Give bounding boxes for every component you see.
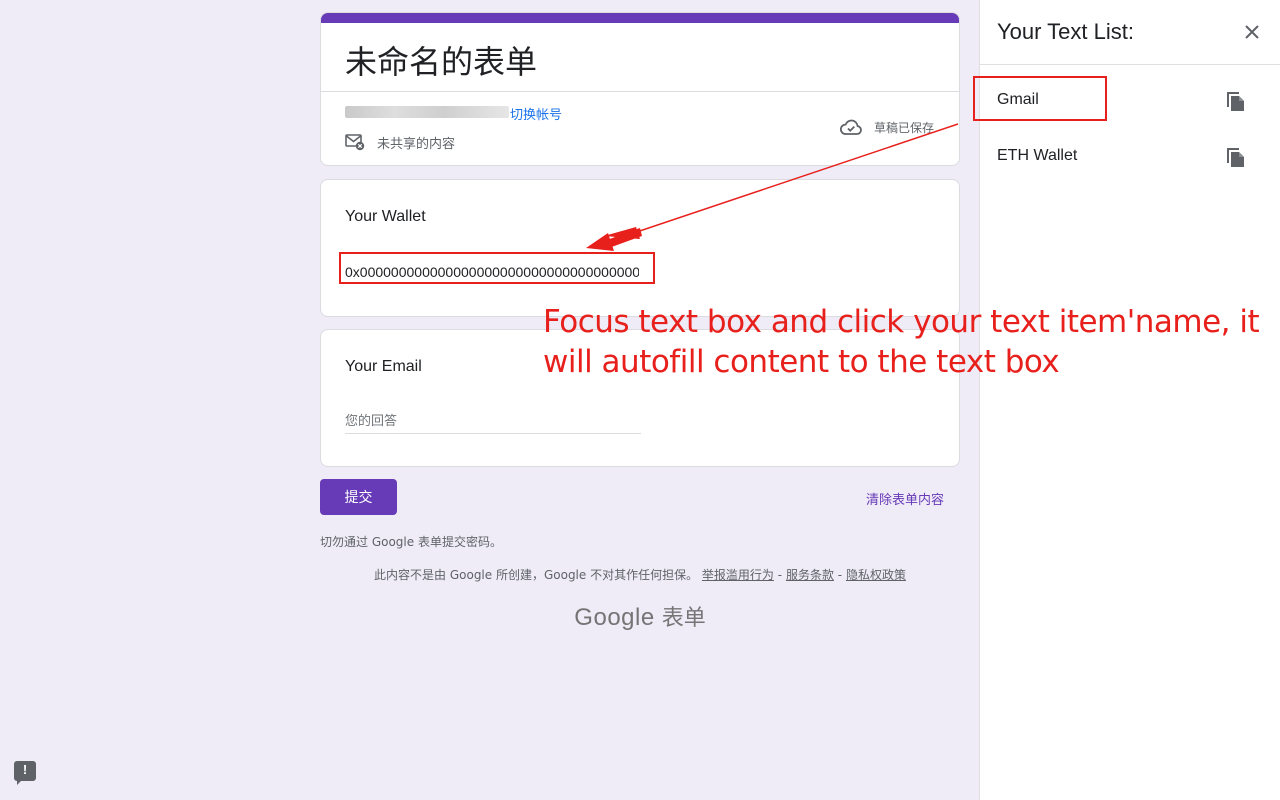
- panel-title: Your Text List:: [997, 19, 1134, 44]
- google-wordmark: Google: [574, 604, 655, 631]
- google-forms-logo[interactable]: Google 表单: [320, 600, 960, 632]
- text-item-name[interactable]: ETH Wallet: [997, 147, 1077, 165]
- question-card-wallet: Your Wallet: [320, 179, 960, 317]
- panel-divider: [980, 64, 1280, 65]
- copy-icon[interactable]: [1225, 144, 1247, 168]
- link-separator: -: [837, 568, 843, 582]
- report-abuse-link[interactable]: 举报滥用行为: [702, 568, 774, 582]
- not-shared-label: 未共享的内容: [377, 137, 456, 152]
- switch-account-link[interactable]: 切换帐号: [510, 104, 562, 123]
- text-item-eth-wallet[interactable]: ETH Wallet: [980, 132, 1280, 180]
- question-label-email: Your Email: [345, 358, 422, 375]
- email-input[interactable]: [345, 410, 641, 434]
- feedback-icon[interactable]: !: [14, 761, 36, 785]
- terms-link[interactable]: 服务条款: [786, 568, 834, 582]
- cloud-saved-icon: [840, 119, 862, 135]
- annotation-instruction: Focus text box and click your text item'…: [543, 304, 1260, 380]
- copy-icon[interactable]: [1225, 88, 1247, 112]
- form-header-card: 未命名的表单 切换帐号 未共享的内容 草稿已保存: [320, 12, 960, 166]
- link-separator: -: [777, 568, 783, 582]
- form-title: 未命名的表单: [345, 43, 538, 81]
- submit-button[interactable]: 提交: [320, 479, 397, 515]
- mail-not-shared-icon: [345, 134, 365, 151]
- draft-saved-status: 草稿已保存: [874, 121, 935, 135]
- divider: [321, 91, 959, 92]
- close-icon[interactable]: [1242, 22, 1262, 42]
- clear-form-link[interactable]: 清除表单内容: [866, 489, 944, 508]
- blurred-account-email: [345, 106, 509, 118]
- password-warning: 切勿通过 Google 表单提交密码。: [320, 535, 502, 549]
- question-label-wallet: Your Wallet: [345, 208, 426, 225]
- highlight-box-gmail-item: [973, 76, 1107, 121]
- disclaimer-text: 此内容不是由 Google 所创建，Google 不对其作任何担保。: [374, 568, 699, 582]
- privacy-link[interactable]: 隐私权政策: [846, 568, 906, 582]
- forms-wordmark: 表单: [661, 606, 706, 631]
- highlight-box-wallet-input: [339, 252, 655, 284]
- footer-disclaimer: 此内容不是由 Google 所创建，Google 不对其作任何担保。 举报滥用行…: [320, 566, 960, 583]
- form-accent-bar: [321, 13, 959, 23]
